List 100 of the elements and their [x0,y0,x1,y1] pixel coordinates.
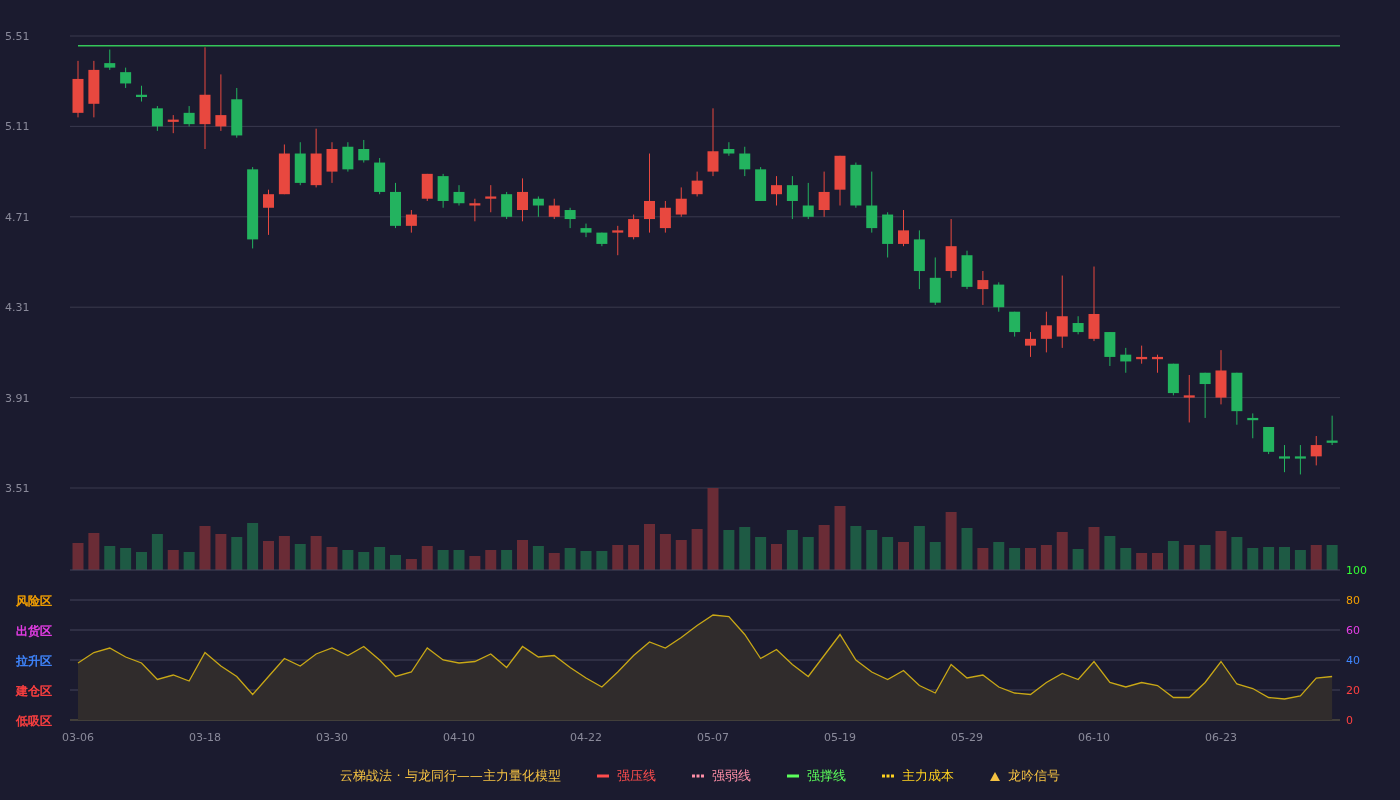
candlestick [151,105,163,132]
candlestick [358,139,370,164]
candlestick [1310,435,1322,466]
candlestick [802,182,814,220]
candlestick [977,270,989,306]
axis-label: 06-23 [1205,731,1237,744]
zone-label: 风险区 [16,594,52,608]
axis-label: 0 [1346,714,1353,727]
candlestick [183,105,195,127]
axis-label: 3.51 [5,482,30,495]
candlestick [1167,363,1179,396]
candlestick [707,107,719,177]
candlestick [659,200,671,234]
candlestick [72,60,84,118]
candlestick [342,141,354,173]
candlestick [834,155,846,206]
axis-label: 5.51 [5,30,30,43]
candlestick [88,60,100,118]
candlestick [104,49,116,71]
candlestick [1120,347,1132,374]
candlestick [882,211,894,258]
candlestick [993,281,1005,313]
candlestick [1072,315,1084,335]
candlestick [612,225,624,256]
candlestick [771,175,782,206]
axis-label: 04-22 [570,731,602,744]
candlestick [580,223,592,238]
candlestick [1136,345,1148,365]
candlestick [913,229,925,290]
candlestick [1199,372,1211,419]
candlestick [517,177,528,222]
candlestick [485,184,497,213]
axis-label: 80 [1346,594,1360,607]
axis-label: 03-30 [316,731,348,744]
axis-label: 100 [1346,564,1367,577]
candlestick [294,141,306,186]
candlestick [421,173,433,202]
candlestick [310,128,322,188]
zone-label: 出货区 [16,624,52,638]
candlestick [1326,415,1338,446]
candlestick [437,173,449,209]
axis-label: 3.91 [5,391,30,405]
candlestick [1152,354,1163,374]
axis-label: 06-10 [1078,731,1110,744]
candlestick [691,171,703,197]
axis-label: 40 [1346,654,1360,667]
axis-label: 5.11 [5,120,30,134]
candlestick [1040,311,1052,353]
axis-label: 05-19 [824,731,856,744]
candlestick [1183,374,1195,423]
candlestick [532,195,544,218]
candlestick [326,141,338,184]
candlestick [1025,331,1036,358]
candlestick [1247,412,1259,439]
candlestick [755,166,767,202]
zone-label: 拉升区 [16,654,52,668]
candlestick [167,114,179,134]
axis-label: 05-29 [951,731,983,744]
axis-label: 03-18 [189,731,221,744]
zone-label: 低吸区 [16,714,52,728]
candlestick [564,207,576,229]
candlestick [215,73,227,132]
axis-label: 05-07 [697,731,729,744]
candlestick [120,67,132,89]
candlestick [231,87,243,139]
candlestick [1215,349,1227,405]
axis-label: 4.71 [5,210,30,224]
candlestick [850,162,862,209]
candlestick [1294,444,1306,475]
candlestick [469,198,481,222]
legend-label: 龙吟信号 [1007,767,1060,786]
candlestick [723,141,735,157]
candlestick [1279,444,1290,473]
candlestick [786,175,798,220]
candlestick [374,157,386,195]
candlestick [866,171,878,234]
candlestick [961,250,973,290]
candlestick [405,209,417,234]
candlestick [675,186,687,218]
axis-label: 4.31 [5,301,30,315]
legend-label: 强弱线 [711,767,751,786]
candlestick [818,171,830,218]
candlestick [263,189,274,236]
candlestick [501,191,513,220]
candlestick [548,198,560,220]
candlestick [1231,372,1243,426]
candlestick [1263,426,1275,455]
candlestick [898,209,909,247]
axis-label: 60 [1346,624,1360,637]
candlestick [929,257,941,306]
axis-label: 20 [1346,684,1360,697]
candlestick [596,232,608,247]
candlestick [1104,331,1116,367]
candlestick [453,184,465,206]
candlestick [628,214,640,240]
legend-label: 强压线 [616,767,656,786]
legend-label: 主力成本 [901,767,954,786]
axis-label: 03-06 [62,731,94,744]
legend-title: 云梯战法 · 与龙同行——主力量化模型 [340,767,561,786]
candlestick [136,85,147,103]
